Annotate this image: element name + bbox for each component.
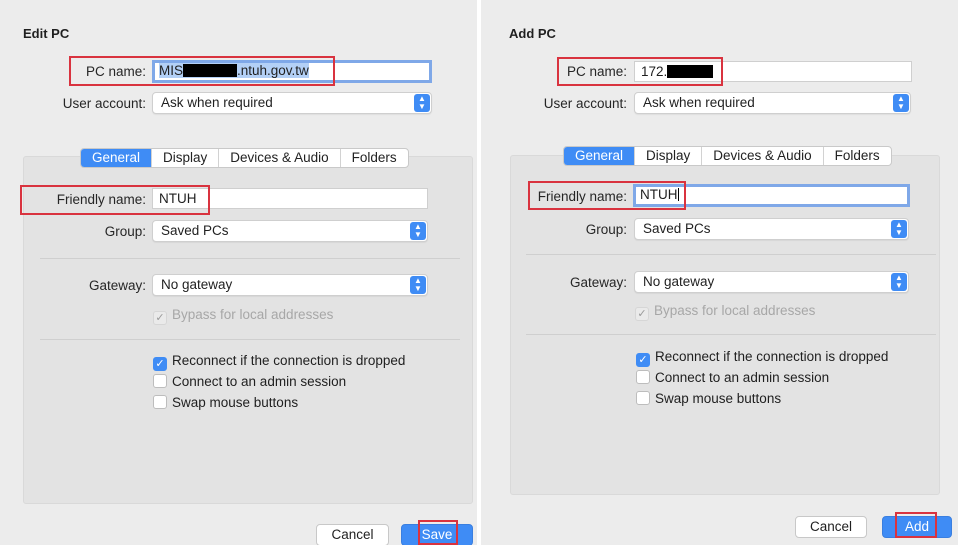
up-down-chevron-icon: ▲ ▼ <box>410 222 426 240</box>
pc-name-prefix: 172. <box>641 64 668 79</box>
dialog-title: Edit PC <box>23 26 70 41</box>
cancel-button[interactable]: Cancel <box>795 516 867 538</box>
friendly-name-input[interactable]: NTUH <box>152 188 428 209</box>
redaction-block <box>183 64 238 77</box>
user-account-popup[interactable]: Ask when required ▲ ▼ <box>152 92 432 114</box>
admin-session-label: Connect to an admin session <box>172 374 347 389</box>
admin-session-checkbox[interactable]: Connect to an admin session <box>153 373 346 391</box>
tab-folders[interactable]: Folders <box>822 147 891 165</box>
up-down-chevron-icon: ▲ ▼ <box>891 220 907 238</box>
group-popup[interactable]: Saved PCs ▲ ▼ <box>152 220 428 242</box>
checkbox-box <box>636 370 650 384</box>
edit-pc-dialog: Edit PC PC name: MIS .ntuh.gov.tw User ac… <box>0 0 477 545</box>
tab-devices-audio[interactable]: Devices & Audio <box>701 147 822 165</box>
user-account-popup[interactable]: Ask when required ▲ ▼ <box>634 92 911 114</box>
tab-folders[interactable]: Folders <box>339 149 408 167</box>
gateway-label: Gateway: <box>88 278 146 293</box>
group-popup[interactable]: Saved PCs ▲ ▼ <box>634 218 909 240</box>
bypass-checkbox-row: ✓ Bypass for local addresses <box>635 302 815 321</box>
up-down-chevron-icon: ▲ ▼ <box>893 94 909 112</box>
tab-display[interactable]: Display <box>634 147 701 165</box>
friendly-name-value: NTUH <box>159 191 197 206</box>
up-down-chevron-icon: ▲ ▼ <box>410 276 426 294</box>
group-value: Saved PCs <box>643 221 711 236</box>
user-account-label: User account: <box>62 96 146 111</box>
reconnect-label: Reconnect if the connection is dropped <box>172 353 406 368</box>
bypass-label: Bypass for local addresses <box>654 303 816 318</box>
pc-name-selection: MIS .ntuh.gov.tw <box>159 63 309 78</box>
pc-name-input[interactable]: 172. <box>634 61 912 82</box>
gateway-label: Gateway: <box>569 275 627 290</box>
gateway-value: No gateway <box>161 277 233 292</box>
up-down-chevron-icon: ▲ ▼ <box>414 94 430 112</box>
gateway-popup[interactable]: No gateway ▲ ▼ <box>634 271 909 293</box>
pc-name-label: PC name: <box>566 64 627 79</box>
tab-general[interactable]: General <box>564 147 635 165</box>
admin-session-label: Connect to an admin session <box>655 370 830 385</box>
checkbox-box <box>153 374 167 388</box>
tab-general[interactable]: General <box>81 149 152 167</box>
tab-bar: General Display Devices & Audio Folders <box>80 148 409 168</box>
friendly-name-input[interactable]: NTUH <box>633 184 910 207</box>
tab-display[interactable]: Display <box>151 149 218 167</box>
pc-name-input[interactable]: MIS .ntuh.gov.tw <box>152 60 432 83</box>
checkmark-icon: ✓ <box>153 311 167 325</box>
admin-session-checkbox[interactable]: Connect to an admin session <box>636 369 829 387</box>
group-label: Group: <box>104 224 146 239</box>
swap-mouse-label: Swap mouse buttons <box>655 391 782 406</box>
section-divider <box>526 254 936 255</box>
checkmark-icon: ✓ <box>636 353 650 367</box>
group-label: Group: <box>585 222 627 237</box>
checkbox-box <box>153 395 167 409</box>
swap-mouse-checkbox[interactable]: Swap mouse buttons <box>153 394 298 412</box>
redaction-block <box>667 65 714 78</box>
reconnect-checkbox[interactable]: ✓ Reconnect if the connection is dropped <box>153 352 405 371</box>
tab-bar: General Display Devices & Audio Folders <box>563 146 892 166</box>
swap-mouse-label: Swap mouse buttons <box>172 395 299 410</box>
gateway-popup[interactable]: No gateway ▲ ▼ <box>152 274 428 296</box>
checkbox-box <box>636 391 650 405</box>
section-divider <box>526 334 936 335</box>
checkmark-icon: ✓ <box>635 307 649 321</box>
pc-name-prefix: MIS <box>159 63 184 78</box>
add-button[interactable]: Add <box>882 516 952 538</box>
cancel-button[interactable]: Cancel <box>316 524 389 545</box>
bypass-checkbox-row: ✓ Bypass for local addresses <box>153 306 333 325</box>
dialog-title: Add PC <box>509 26 556 41</box>
checkmark-icon: ✓ <box>153 357 167 371</box>
gateway-value: No gateway <box>643 274 715 289</box>
add-pc-dialog: Add PC PC name: 172. User account: Ask w… <box>481 0 958 545</box>
friendly-name-label: Friendly name: <box>56 192 146 207</box>
bypass-label: Bypass for local addresses <box>172 307 334 322</box>
reconnect-label: Reconnect if the connection is dropped <box>655 349 889 364</box>
user-account-value: Ask when required <box>643 95 755 110</box>
friendly-name-value: NTUH <box>640 187 678 202</box>
user-account-value: Ask when required <box>161 95 273 110</box>
group-value: Saved PCs <box>161 223 229 238</box>
up-down-chevron-icon: ▲ ▼ <box>891 273 907 291</box>
section-divider <box>40 339 460 340</box>
section-divider <box>40 258 460 259</box>
pc-name-suffix: .ntuh.gov.tw <box>237 63 309 78</box>
text-cursor <box>677 188 679 201</box>
swap-mouse-checkbox[interactable]: Swap mouse buttons <box>636 390 781 408</box>
reconnect-checkbox[interactable]: ✓ Reconnect if the connection is dropped <box>636 348 888 367</box>
friendly-name-label: Friendly name: <box>537 189 627 204</box>
user-account-label: User account: <box>543 96 627 111</box>
tab-devices-audio[interactable]: Devices & Audio <box>218 149 339 167</box>
save-button[interactable]: Save <box>401 524 473 545</box>
pc-name-label: PC name: <box>85 64 146 79</box>
